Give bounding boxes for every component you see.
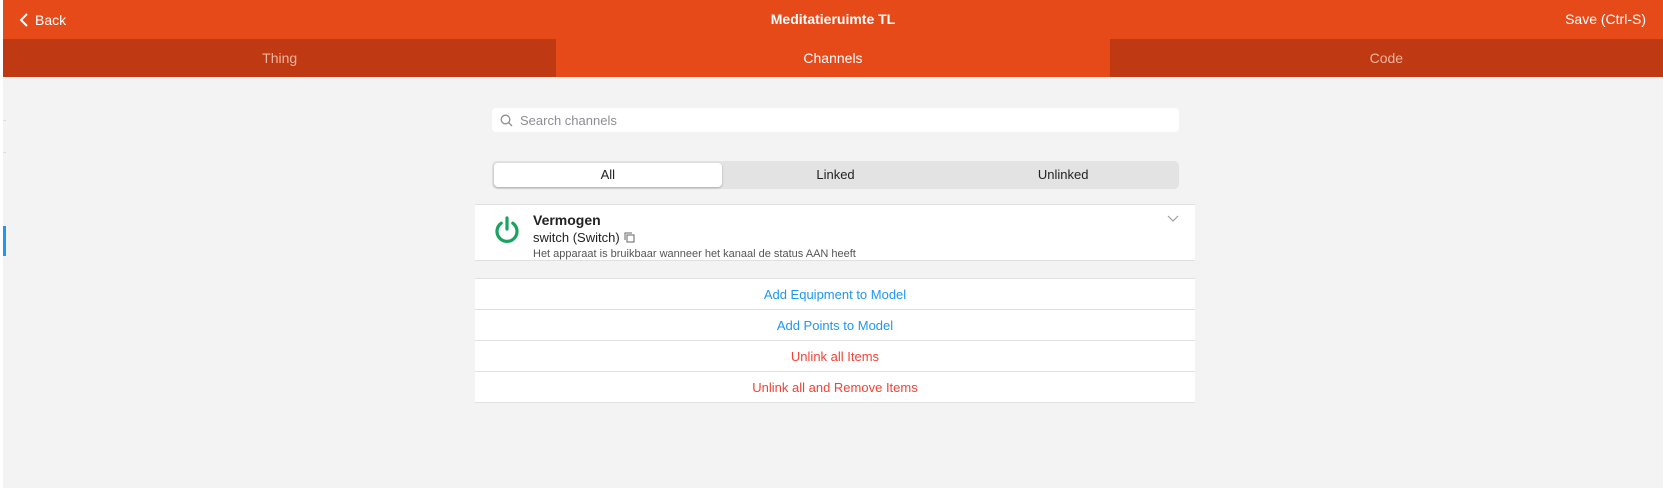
channel-item[interactable]: Vermogen switch (Switch) Het apparaat is…: [475, 204, 1195, 261]
sidebar-divider: [3, 120, 6, 121]
sidebar-active-indicator: [3, 226, 6, 256]
channel-type: switch (Switch): [533, 230, 635, 245]
channel-description: Het apparaat is bruikbaar wanneer het ka…: [533, 248, 856, 260]
navbar: Back Meditatieruimte TL Save (Ctrl-S): [3, 0, 1663, 39]
search-icon: [500, 114, 513, 126]
filter-segmented-control: All Linked Unlinked: [492, 161, 1179, 189]
power-icon: [495, 216, 519, 243]
tab-thing[interactable]: Thing: [3, 39, 556, 77]
save-button[interactable]: Save (Ctrl-S): [1565, 0, 1646, 39]
sidebar-divider: [3, 152, 6, 153]
add-points-button[interactable]: Add Points to Model: [475, 310, 1195, 341]
channel-label: Vermogen: [533, 212, 601, 228]
page-title: Meditatieruimte TL: [770, 11, 896, 27]
tab-bar: Thing Channels Code: [3, 39, 1663, 77]
channel-type-text: switch (Switch): [533, 230, 620, 245]
filter-unlinked[interactable]: Unlinked: [949, 163, 1177, 187]
actions-list: Add Equipment to Model Add Points to Mod…: [475, 278, 1195, 403]
unlink-all-button[interactable]: Unlink all Items: [475, 341, 1195, 372]
unlink-remove-button[interactable]: Unlink all and Remove Items: [475, 372, 1195, 403]
page: Back Meditatieruimte TL Save (Ctrl-S) Th…: [3, 0, 1663, 488]
filter-linked[interactable]: Linked: [722, 163, 950, 187]
search-input[interactable]: [518, 111, 1179, 129]
tab-code[interactable]: Code: [1110, 39, 1663, 77]
copy-icon[interactable]: [624, 232, 635, 243]
chevron-down-icon[interactable]: [1167, 215, 1179, 223]
filter-all[interactable]: All: [494, 163, 722, 187]
add-equipment-button[interactable]: Add Equipment to Model: [475, 279, 1195, 310]
search-bar: [492, 108, 1179, 132]
tab-channels[interactable]: Channels: [556, 39, 1110, 77]
